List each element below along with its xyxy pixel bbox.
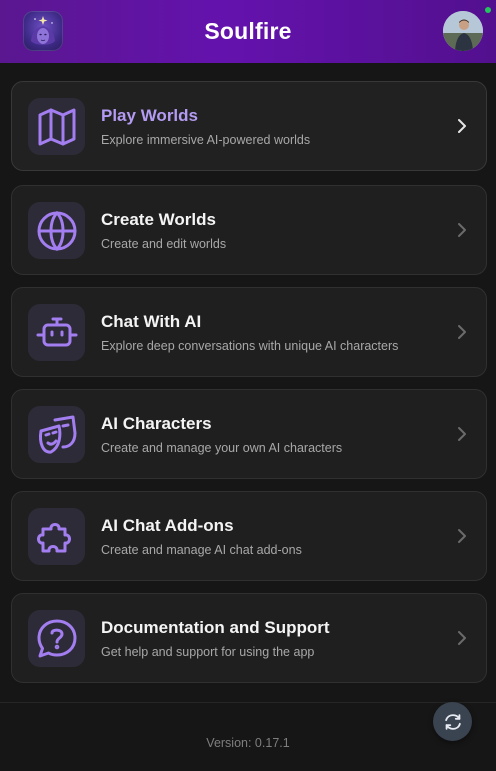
menu-item-create-worlds[interactable]: Create Worlds Create and edit worlds (11, 185, 487, 275)
menu-item-subtitle: Explore deep conversations with unique A… (101, 338, 399, 353)
globe-icon (37, 210, 76, 251)
chevron-right-icon (458, 631, 466, 645)
menu-item-subtitle: Create and manage AI chat add-ons (101, 542, 302, 557)
menu-item-icon-box (28, 406, 85, 463)
person-photo-icon (443, 11, 483, 51)
app-title: Soulfire (204, 18, 292, 44)
menu-item-icon-box (28, 304, 85, 361)
menu-item-title: Create Worlds (101, 209, 216, 229)
menu-item-subtitle: Create and manage your own AI characters (101, 440, 343, 455)
online-status-dot (485, 7, 491, 13)
app-header: Soulfire (0, 0, 496, 63)
chevron-right-icon (458, 223, 466, 237)
menu-item-title: AI Characters (101, 413, 212, 433)
chevron-right-icon (458, 119, 466, 133)
menu-item-icon-box (28, 610, 85, 667)
version-text: Version: 0.17.1 (206, 736, 290, 750)
menu-item-ai-characters[interactable]: AI Characters Create and manage your own… (11, 389, 487, 479)
menu-item-title: Chat With AI (101, 311, 202, 331)
menu-item-subtitle: Get help and support for using the app (101, 644, 315, 659)
menu-item-chat-with-ai[interactable]: Chat With AI Explore deep conversations … (11, 287, 487, 377)
app-logo[interactable] (23, 11, 63, 51)
chevron-right-icon (458, 427, 466, 441)
chevron-right-icon (458, 325, 466, 339)
chevron-right-icon (458, 529, 466, 543)
menu-item-icon-box (28, 202, 85, 259)
map-icon (38, 108, 75, 145)
menu-item-icon-box (28, 98, 85, 155)
menu-item-icon-box (28, 508, 85, 565)
user-avatar[interactable] (443, 11, 483, 51)
robot-icon (36, 317, 77, 346)
menu-item-subtitle: Explore immersive AI-powered worlds (101, 132, 311, 147)
menu-item-ai-chat-add-ons[interactable]: AI Chat Add-ons Create and manage AI cha… (11, 491, 487, 581)
menu-item-play-worlds[interactable]: Play Worlds Explore immersive AI-powered… (11, 81, 487, 171)
menu-item-documentation-and-support[interactable]: Documentation and Support Get help and s… (11, 593, 487, 683)
menu-item-title: Documentation and Support (101, 617, 330, 637)
refresh-icon (444, 713, 461, 730)
menu-item-title: AI Chat Add-ons (101, 515, 234, 535)
theater-masks-icon (38, 415, 76, 454)
menu-item-title: Play Worlds (101, 105, 198, 125)
masked-figure-icon (31, 16, 55, 45)
footer-divider (0, 702, 496, 703)
menu-item-subtitle: Create and edit worlds (101, 236, 227, 251)
puzzle-piece-icon (36, 522, 71, 552)
help-bubble-icon (37, 619, 76, 657)
